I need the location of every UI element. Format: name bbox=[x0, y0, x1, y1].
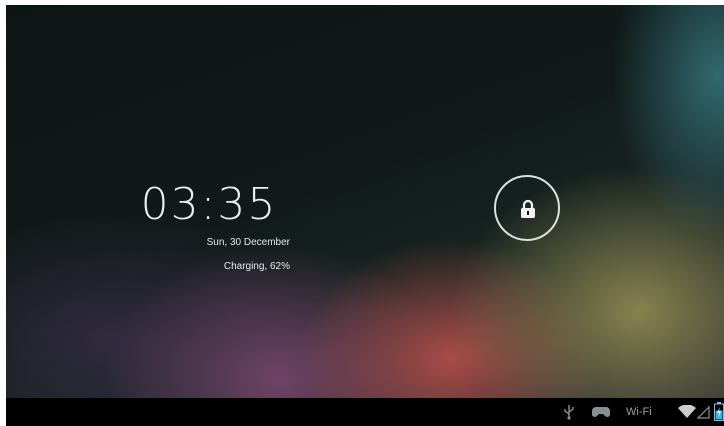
clock-time: 03:35 bbox=[140, 179, 278, 230]
clock-date: Sun, 30 December bbox=[206, 237, 290, 248]
screen-artifact bbox=[6, 51, 9, 54]
game-controller-icon bbox=[592, 407, 610, 417]
wifi-signal-icon bbox=[678, 405, 696, 418]
system-status-bar: Wi-Fi bbox=[6, 398, 724, 426]
charging-status: Charging, 62% bbox=[223, 261, 290, 272]
battery-icon bbox=[714, 402, 724, 421]
wifi-label: Wi-Fi bbox=[626, 406, 652, 418]
cell-signal-icon bbox=[697, 405, 710, 419]
lock-icon bbox=[521, 199, 535, 218]
usb-icon bbox=[564, 405, 574, 420]
lock-screen: 03:35 Sun, 30 December Charging, 62% bbox=[6, 5, 724, 398]
unlock-handle[interactable] bbox=[494, 175, 560, 241]
